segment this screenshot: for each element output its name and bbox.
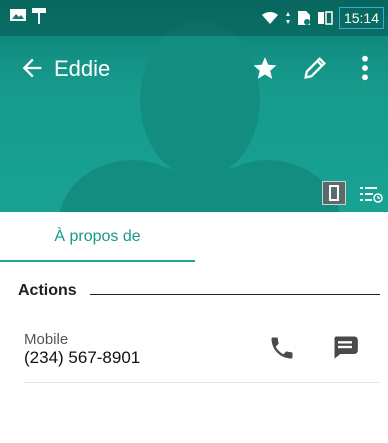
wifi-icon <box>261 11 278 24</box>
call-log-list-icon[interactable] <box>358 183 384 205</box>
phone-icon[interactable] <box>268 334 296 362</box>
gallery-notification-icon <box>10 9 26 21</box>
pencil-icon[interactable] <box>301 54 329 82</box>
clock: 15:14 <box>338 7 384 29</box>
star-icon[interactable] <box>252 55 278 81</box>
paint-roller-icon <box>32 8 46 24</box>
back-arrow-icon[interactable] <box>18 54 46 82</box>
phone-device-icon <box>329 185 339 201</box>
actions-section-title: Actions <box>18 282 77 299</box>
message-icon[interactable] <box>331 334 359 360</box>
more-vert-icon[interactable] <box>357 54 373 82</box>
status-bar: 15:14 <box>0 0 388 36</box>
phone-view-button[interactable] <box>322 181 346 205</box>
contact-name-title: Eddie <box>54 56 111 81</box>
contact-header: 15:14 Eddie <box>0 0 388 212</box>
no-sim-icon <box>297 11 310 25</box>
tab-about-label: À propos de <box>54 228 141 245</box>
phone-number[interactable]: (234) 567-8901 <box>24 348 140 368</box>
row-divider <box>24 382 380 383</box>
tab-indicator <box>0 260 195 262</box>
app-bar: Eddie <box>0 44 388 92</box>
tab-bar: À propos de <box>0 212 388 262</box>
section-divider <box>90 294 380 295</box>
battery-icon <box>317 11 333 25</box>
tab-about[interactable]: À propos de <box>0 212 195 262</box>
phone-type-label: Mobile <box>24 331 69 348</box>
data-transfer-icon <box>285 12 290 24</box>
